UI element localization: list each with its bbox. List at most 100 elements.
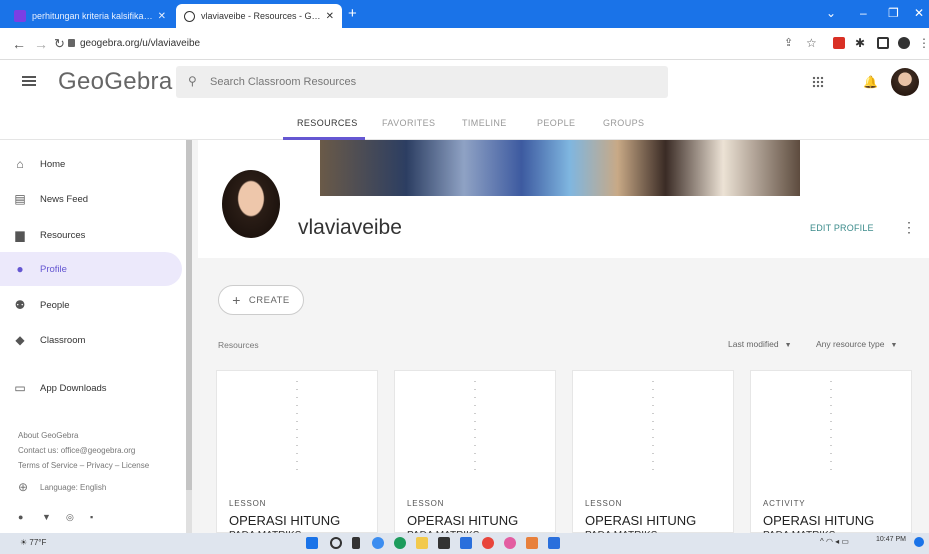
language-selector[interactable]: Language: English xyxy=(40,483,106,492)
resource-card[interactable]: ACTIVITY OPERASI HITUNG PADA MATRIKS xyxy=(750,370,912,534)
app-downloads-icon: ▭ xyxy=(14,381,26,395)
windows-start-icon[interactable] xyxy=(306,537,318,549)
search-box[interactable]: ⚲ xyxy=(176,66,668,98)
browser-tab-1[interactable]: perhitungan kriteria kalsifikasi ku ✕ xyxy=(6,4,174,28)
resource-title: OPERASI HITUNG xyxy=(229,513,341,528)
menu-icon[interactable] xyxy=(22,76,36,86)
system-tray-icons[interactable]: ^ ◠ ◂ ▭ xyxy=(820,537,860,549)
sidebar-toggle-icon[interactable] xyxy=(877,37,889,49)
new-tab-button[interactable]: + xyxy=(348,6,357,22)
sidebar-item-app-downloads[interactable]: ▭ App Downloads xyxy=(0,371,182,405)
sidebar-item-label: Resources xyxy=(40,229,86,241)
close-window-icon[interactable]: ✕ xyxy=(914,6,924,20)
profile-card: vlaviaveibe EDIT PROFILE ⋮ xyxy=(198,140,929,258)
minimize-icon[interactable]: – xyxy=(860,6,867,20)
sidebar: ⌂ Home ▤ News Feed ▆ Resources ● Profile… xyxy=(0,140,192,533)
sidebar-item-label: Classroom xyxy=(40,334,86,346)
more-options-icon[interactable]: ⋮ xyxy=(902,219,916,236)
geogebra-logo[interactable]: GeoGebra xyxy=(58,68,172,96)
resource-title: OPERASI HITUNG xyxy=(585,513,697,528)
share-icon[interactable]: ⇪ xyxy=(784,36,793,49)
close-tab-icon[interactable]: ✕ xyxy=(158,11,166,22)
twitter-icon[interactable]: ▼ xyxy=(42,512,51,522)
file-explorer-icon[interactable] xyxy=(416,537,428,549)
resource-type: ACTIVITY xyxy=(763,499,806,508)
apps-grid-icon[interactable] xyxy=(812,76,824,88)
resource-card[interactable]: LESSON OPERASI HITUNG PADA MATRIKS xyxy=(394,370,556,534)
weather-widget[interactable]: ☀ 77°F xyxy=(20,538,46,547)
create-label: CREATE xyxy=(248,294,290,306)
main-content: vlaviaveibe EDIT PROFILE ⋮ + CREATE Reso… xyxy=(192,140,929,534)
forward-icon[interactable]: → xyxy=(34,36,48,52)
sidebar-item-home[interactable]: ⌂ Home xyxy=(0,147,182,181)
reload-icon[interactable]: ↻ xyxy=(54,36,65,52)
facebook-icon[interactable]: ● xyxy=(18,512,23,522)
plus-icon: + xyxy=(232,292,241,308)
profile-icon: ● xyxy=(16,262,24,276)
url-field[interactable]: geogebra.org/u/vlaviaveibe xyxy=(80,38,200,49)
edit-profile-button[interactable]: EDIT PROFILE xyxy=(810,223,874,233)
contact-link[interactable]: Contact us: office@geogebra.org xyxy=(18,446,135,455)
browser-menu-icon[interactable]: ⋮ xyxy=(918,36,929,50)
resource-type-dropdown[interactable]: Any resource type ▼ xyxy=(816,339,897,349)
thumbnail-placeholder xyxy=(830,381,832,477)
search-input[interactable] xyxy=(210,73,650,91)
tab-people[interactable]: PEOPLE xyxy=(537,118,575,128)
taskbar-search-icon[interactable] xyxy=(330,537,342,549)
app-icon[interactable] xyxy=(504,537,516,549)
word-icon[interactable] xyxy=(460,537,472,549)
classroom-icon: ◆ xyxy=(15,333,25,347)
resource-title: OPERASI HITUNG xyxy=(407,513,519,528)
app-icon-2[interactable] xyxy=(526,537,538,549)
close-tab-icon[interactable]: ✕ xyxy=(326,11,334,22)
browser-tab-title: perhitungan kriteria kalsifikasi ku xyxy=(32,11,154,21)
app-icon-3[interactable] xyxy=(548,537,560,549)
resource-card[interactable]: LESSON OPERASI HITUNG PADA MATRIKS xyxy=(572,370,734,534)
sidebar-item-resources[interactable]: ▆ Resources xyxy=(0,218,182,252)
edge-icon[interactable] xyxy=(394,537,406,549)
sidebar-item-news-feed[interactable]: ▤ News Feed xyxy=(0,182,182,216)
task-view-icon[interactable] xyxy=(352,537,360,549)
chevron-down-icon: ▼ xyxy=(784,342,792,349)
globe-icon: ⊕ xyxy=(18,480,29,494)
extension-icon[interactable] xyxy=(833,37,845,49)
browser-tab-2[interactable]: vlaviaveibe - Resources - GeoGebra ✕ xyxy=(176,4,342,28)
browser-profile-icon[interactable] xyxy=(898,37,910,49)
youtube-icon[interactable]: ▪ xyxy=(90,512,93,522)
about-link[interactable]: About GeoGebra xyxy=(18,431,78,440)
extensions-puzzle-icon[interactable]: ✱ xyxy=(855,36,865,50)
tab-groups[interactable]: GROUPS xyxy=(603,118,644,128)
chrome-icon[interactable] xyxy=(482,537,494,549)
weather-temp: 77°F xyxy=(29,538,47,547)
sidebar-item-classroom[interactable]: ◆ Classroom xyxy=(0,323,182,357)
sort-dropdown[interactable]: Last modified ▼ xyxy=(728,339,792,349)
sidebar-item-profile[interactable]: ● Profile xyxy=(0,252,182,286)
resources-section-label: Resources xyxy=(218,340,259,350)
news-feed-icon: ▤ xyxy=(14,192,26,206)
store-icon[interactable] xyxy=(438,537,450,549)
chat-icon[interactable] xyxy=(372,537,384,549)
resource-thumbnail xyxy=(573,371,733,485)
resource-card[interactable]: LESSON OPERASI HITUNG PADA MATRIKS xyxy=(216,370,378,534)
tab-resources[interactable]: RESOURCES xyxy=(297,118,358,128)
back-icon[interactable]: ← xyxy=(12,36,26,52)
terms-links[interactable]: Terms of Service – Privacy – License xyxy=(18,461,149,470)
tab-timeline[interactable]: TIMELINE xyxy=(462,118,507,128)
user-avatar[interactable] xyxy=(891,68,919,96)
thumbnail-placeholder xyxy=(474,381,476,477)
tab-favorites[interactable]: FAVORITES xyxy=(382,118,435,128)
profile-avatar xyxy=(220,168,282,240)
profile-tabs: RESOURCES FAVORITES TIMELINE PEOPLE GROU… xyxy=(0,104,929,140)
notifications-bell-icon[interactable]: 🔔 xyxy=(863,75,878,89)
maximize-icon[interactable]: ❐ xyxy=(888,6,899,20)
tab-search-icon[interactable]: ⌄ xyxy=(826,6,836,20)
notification-icon[interactable] xyxy=(914,537,924,547)
instagram-icon[interactable]: ◎ xyxy=(66,512,74,523)
bookmark-star-icon[interactable]: ☆ xyxy=(806,36,817,50)
taskbar: ☀ 77°F ^ ◠ ◂ ▭ 10:47 PM xyxy=(0,533,929,554)
thumbnail-placeholder xyxy=(652,381,654,477)
sidebar-item-people[interactable]: ⚉ People xyxy=(0,288,182,322)
clock[interactable]: 10:47 PM xyxy=(876,536,906,543)
create-button[interactable]: + CREATE xyxy=(218,285,304,315)
cover-photo xyxy=(320,140,800,196)
